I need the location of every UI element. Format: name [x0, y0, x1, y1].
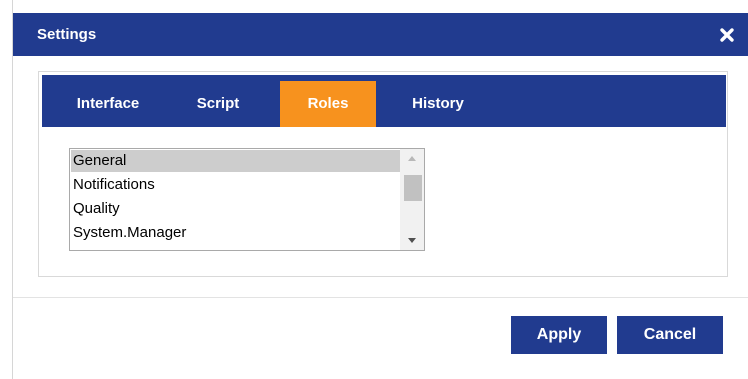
- list-item[interactable]: General: [71, 150, 400, 172]
- dialog-titlebar: Settings: [13, 13, 748, 56]
- tab-history[interactable]: History: [400, 81, 476, 127]
- settings-dialog: Settings Interface Script Roles History …: [12, 0, 748, 379]
- roles-listbox[interactable]: General Notifications Quality System.Man…: [69, 148, 425, 251]
- scroll-down-arrow-icon[interactable]: [400, 232, 424, 250]
- list-item[interactable]: System.Manager: [71, 222, 400, 244]
- apply-button[interactable]: Apply: [511, 316, 607, 354]
- close-icon[interactable]: [716, 24, 738, 46]
- tab-bar: Interface Script Roles History: [42, 75, 726, 127]
- list-scrollbar[interactable]: [400, 149, 424, 250]
- scroll-up-arrow-icon[interactable]: [400, 149, 424, 167]
- list-item[interactable]: Notifications: [71, 174, 400, 196]
- settings-panel: Interface Script Roles History General N…: [38, 71, 728, 277]
- cancel-button[interactable]: Cancel: [617, 316, 723, 354]
- scrollbar-thumb[interactable]: [404, 175, 422, 201]
- tab-roles[interactable]: Roles: [280, 81, 376, 127]
- list-item[interactable]: Quality: [71, 198, 400, 220]
- tab-script[interactable]: Script: [185, 81, 251, 127]
- tab-interface[interactable]: Interface: [58, 81, 158, 127]
- footer-divider: [13, 297, 748, 298]
- dialog-title: Settings: [37, 26, 97, 43]
